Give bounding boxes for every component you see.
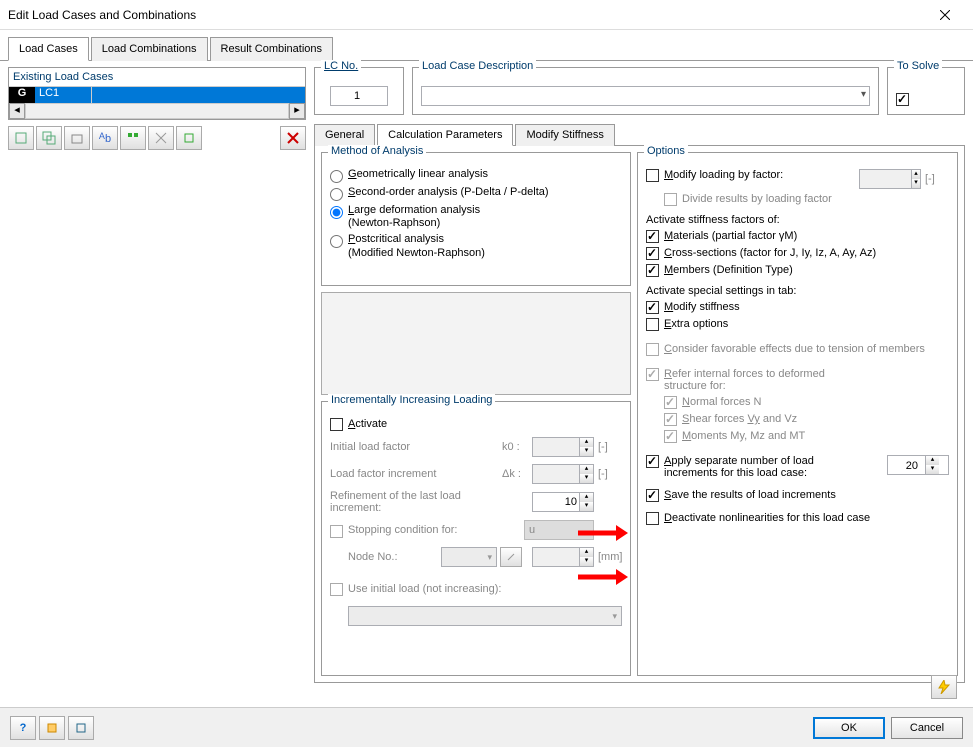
ok-button[interactable]: OK (813, 717, 885, 739)
cancel-button[interactable]: Cancel (891, 717, 963, 739)
lc-badge: G (9, 87, 35, 103)
scroll-left-button[interactable]: ◂ (9, 103, 25, 119)
tab-load-combinations[interactable]: Load Combinations (91, 37, 208, 61)
icon5-icon[interactable] (120, 126, 146, 150)
radio-large-deform[interactable] (330, 206, 343, 219)
activate-checkbox[interactable] (330, 418, 343, 431)
refinement-input[interactable]: ▴▾ (532, 492, 594, 512)
close-button[interactable] (925, 1, 965, 29)
main-tabs: Load Cases Load Combinations Result Comb… (0, 36, 973, 61)
node-value-input: ▴▾ (532, 547, 594, 567)
pick-node-icon (500, 547, 522, 567)
initial-load-factor-input: ▴▾ (532, 437, 594, 457)
help-icon[interactable]: ? (10, 716, 36, 740)
list-item[interactable]: G LC1 (9, 87, 305, 103)
copy-lc-icon[interactable] (36, 126, 62, 150)
annotation-arrow-icon (578, 567, 628, 587)
lc-description-input[interactable] (421, 86, 870, 106)
options-title: Options (644, 145, 688, 157)
incr-title: Incrementally Increasing Loading (328, 394, 495, 406)
tab-load-cases[interactable]: Load Cases (8, 37, 89, 61)
solve-label: To Solve (894, 60, 942, 72)
left-pane-header: Existing Load Cases (9, 68, 305, 87)
lc-name: LC1 (35, 87, 91, 103)
icon4-icon[interactable]: Ab (92, 126, 118, 150)
foot-icon2[interactable] (39, 716, 65, 740)
separate-increments-input[interactable]: ▴▾ (887, 455, 949, 475)
new-lc-icon[interactable] (8, 126, 34, 150)
use-initial-load-checkbox (330, 583, 343, 596)
radio-postcritical[interactable] (330, 235, 343, 248)
icon6-icon[interactable] (148, 126, 174, 150)
icon7-icon[interactable] (176, 126, 202, 150)
existing-load-cases-list: Existing Load Cases G LC1 ◂ ▸ (8, 67, 306, 120)
special-settings-header: Activate special settings in tab: (646, 285, 949, 297)
radio-second-order[interactable] (330, 188, 343, 201)
cross-sections-checkbox[interactable] (646, 247, 659, 260)
delete-icon[interactable] (280, 126, 306, 150)
divide-results-checkbox (664, 193, 677, 206)
apply-separate-increments-checkbox[interactable] (646, 455, 659, 468)
foot-icon3[interactable] (68, 716, 94, 740)
consider-tension-checkbox (646, 343, 659, 356)
activate-stiffness-header: Activate stiffness factors of: (646, 214, 949, 226)
method-title: Method of Analysis (328, 145, 426, 157)
list-toolbar: Ab (8, 124, 306, 152)
subtab-modify-stiffness[interactable]: Modify Stiffness (515, 124, 614, 146)
save-results-increments-checkbox[interactable] (646, 489, 659, 502)
refer-deformed-checkbox (646, 368, 659, 381)
members-checkbox[interactable] (646, 264, 659, 277)
to-solve-checkbox[interactable] (896, 93, 909, 106)
load-factor-increment-input: ▴▾ (532, 464, 594, 484)
window-title: Edit Load Cases and Combinations (8, 8, 925, 22)
scroll-track[interactable] (25, 103, 289, 119)
tab-result-combinations[interactable]: Result Combinations (210, 37, 334, 61)
lc-number-input[interactable] (330, 86, 388, 106)
deactivate-nonlinearities-checkbox[interactable] (646, 512, 659, 525)
scroll-right-button[interactable]: ▸ (289, 103, 305, 119)
subtab-calc-params[interactable]: Calculation Parameters (377, 124, 513, 146)
modify-loading-checkbox[interactable] (646, 169, 659, 182)
initial-load-combo (348, 606, 622, 626)
desc-label: Load Case Description (419, 60, 536, 72)
placeholder-panel (321, 292, 631, 395)
sub-tabs: General Calculation Parameters Modify St… (314, 123, 965, 146)
extra-options-checkbox[interactable] (646, 318, 659, 331)
modify-stiffness-checkbox[interactable] (646, 301, 659, 314)
icon3-icon[interactable] (64, 126, 90, 150)
calculate-icon[interactable] (931, 675, 957, 699)
moments-checkbox (664, 430, 677, 443)
annotation-arrow-icon (578, 523, 628, 543)
modify-loading-factor-input: ▴▾ (859, 169, 921, 189)
lcno-label: LC No. (321, 60, 361, 72)
shear-forces-checkbox (664, 413, 677, 426)
subtab-general[interactable]: General (314, 124, 375, 146)
node-combo (441, 547, 497, 567)
materials-checkbox[interactable] (646, 230, 659, 243)
stopping-cond-checkbox (330, 525, 343, 538)
normal-forces-checkbox (664, 396, 677, 409)
radio-linear[interactable] (330, 170, 343, 183)
